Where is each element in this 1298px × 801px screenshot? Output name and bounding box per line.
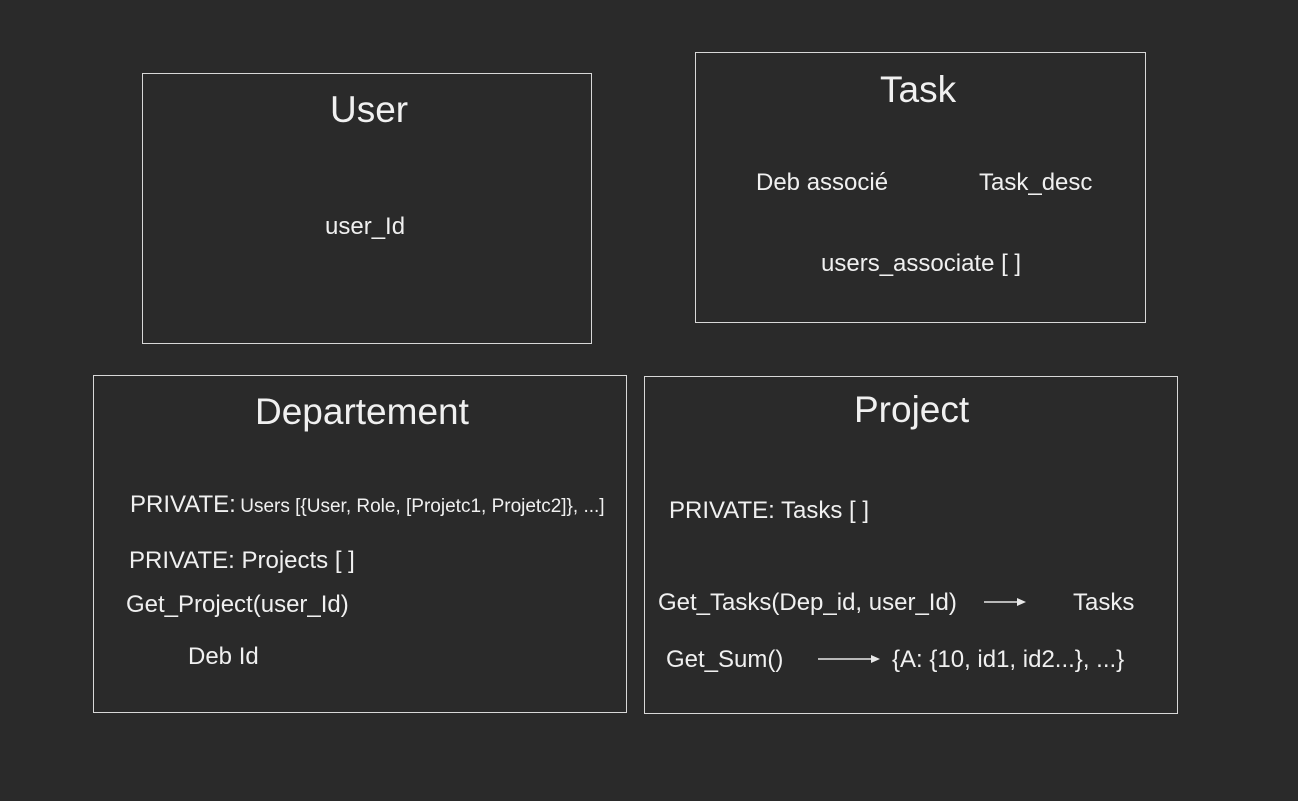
task-class-title: Task (880, 69, 957, 110)
project-get-tasks-result: Tasks (1073, 589, 1135, 616)
user-id-field: user_Id (325, 213, 406, 240)
project-private-tasks: PRIVATE: Tasks [ ] (669, 497, 870, 524)
departement-private-projects: PRIVATE: Projects [ ] (129, 547, 355, 574)
user-class-title: User (330, 89, 409, 130)
project-get-sum-result: {A: {10, id1, id2...}, ...} (892, 646, 1125, 673)
project-get-sum-method: Get_Sum() (666, 646, 784, 673)
task-deb-associe-field: Deb associé (756, 169, 889, 196)
task-desc-field: Task_desc (979, 169, 1093, 196)
departement-class-title: Departement (255, 391, 469, 432)
departement-deb-id-field: Deb Id (188, 643, 259, 670)
task-users-associate-field: users_associate [ ] (821, 250, 1022, 277)
departement-private-users-prefix: PRIVATE: (130, 491, 236, 518)
project-class-title: Project (854, 389, 970, 430)
get-tasks-arrow (984, 598, 1026, 606)
departement-get-project-method: Get_Project(user_Id) (126, 591, 349, 618)
get-sum-arrow (818, 655, 880, 663)
departement-private-users: PRIVATE: Users [{User, Role, [Projetc1, … (130, 493, 605, 517)
departement-private-users-value: Users [{User, Role, [Projetc1, Projetc2]… (240, 496, 605, 517)
project-get-tasks-method: Get_Tasks(Dep_id, user_Id) (658, 589, 957, 616)
